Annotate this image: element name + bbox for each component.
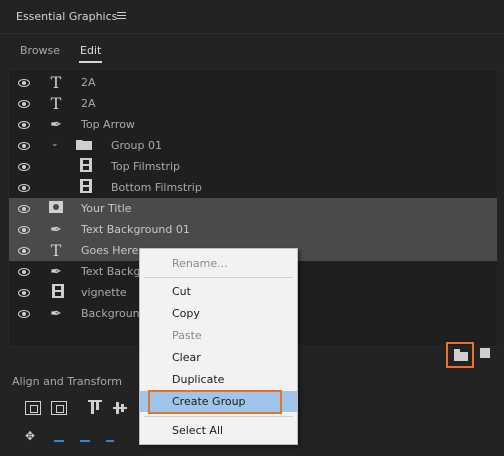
create-group-folder-button[interactable]	[446, 342, 474, 368]
layer-label: Text Backgr	[81, 265, 145, 278]
menu-item-create-group[interactable]: Create Group	[140, 390, 297, 414]
layer-row[interactable]: Top Filmstrip	[9, 156, 497, 177]
tab-browse[interactable]: Browse	[20, 44, 60, 57]
eye-icon[interactable]	[18, 310, 30, 318]
menu-item-rename: Rename...	[172, 257, 228, 270]
menu-item-duplicate[interactable]: Duplicate	[140, 369, 297, 390]
eye-icon[interactable]	[18, 163, 30, 171]
folder-icon	[454, 349, 468, 361]
eye-icon[interactable]	[18, 100, 30, 108]
layer-label: Top Filmstrip	[111, 160, 181, 173]
eye-icon[interactable]	[18, 121, 30, 129]
layer-row[interactable]: Your Title	[9, 198, 497, 219]
menu-item-select-all[interactable]: Select All	[140, 420, 297, 441]
layer-label: vignette	[81, 286, 127, 299]
layer-label: Text Background 01	[81, 223, 190, 236]
menu-item-paste: Paste	[172, 329, 202, 342]
menu-separator	[144, 277, 293, 278]
pen-icon: ✒	[50, 222, 62, 238]
layer-row[interactable]: Bottom Filmstrip	[9, 177, 497, 198]
layer-row[interactable]: ✒ Text Background 01	[9, 219, 497, 240]
align-middle-icon[interactable]	[113, 400, 127, 416]
layer-label: 2A	[81, 76, 96, 89]
eye-icon[interactable]	[18, 247, 30, 255]
tab-edit[interactable]: Edit	[78, 44, 103, 63]
layer-label: 2A	[81, 97, 96, 110]
panel-tabs: Browse Edit	[0, 36, 504, 66]
filmstrip-icon	[77, 179, 95, 197]
move-icon[interactable]: ✥	[25, 429, 39, 443]
layer-label: Goes Here	[81, 244, 139, 257]
layer-row[interactable]: T 2A	[9, 72, 497, 93]
layer-label: Group 01	[111, 139, 162, 152]
layer-row[interactable]: ⌄ Group 01	[9, 135, 497, 156]
context-menu: Rename... Cut Copy Paste Clear Duplicate…	[139, 248, 298, 445]
layer-label: Top Arrow	[81, 118, 135, 131]
eye-icon[interactable]	[18, 226, 30, 234]
folder-icon	[75, 137, 93, 155]
text-icon: T	[50, 94, 62, 113]
layer-label: Background	[81, 307, 147, 320]
layer-row[interactable]: T 2A	[9, 93, 497, 114]
align-top-icon[interactable]	[88, 400, 102, 416]
align-horizontal-center-icon[interactable]	[25, 401, 41, 415]
pen-icon: ✒	[50, 117, 62, 133]
eye-icon[interactable]	[18, 184, 30, 192]
eye-icon[interactable]	[18, 142, 30, 150]
eye-icon[interactable]	[18, 268, 30, 276]
text-icon: T	[50, 241, 62, 260]
layer-row[interactable]: ✒ Top Arrow	[9, 114, 497, 135]
eye-icon[interactable]	[18, 79, 30, 87]
eye-icon[interactable]	[18, 289, 30, 297]
menu-separator	[144, 416, 293, 417]
text-icon: T	[50, 73, 62, 92]
position-z-field[interactable]	[106, 440, 114, 442]
pen-icon: ✒	[50, 264, 62, 280]
pen-icon: ✒	[50, 306, 62, 322]
menu-item-cut[interactable]: Cut	[140, 281, 297, 302]
menu-item-clear[interactable]: Clear	[140, 347, 297, 368]
layer-label: Your Title	[81, 202, 132, 215]
align-vertical-center-icon[interactable]	[51, 401, 67, 415]
hamburger-icon[interactable]	[117, 12, 126, 20]
position-x-field[interactable]	[54, 440, 64, 442]
chevron-down-icon[interactable]: ⌄	[51, 139, 61, 149]
menu-item-copy[interactable]: Copy	[140, 303, 297, 324]
align-transform-title: Align and Transform	[12, 375, 122, 388]
image-icon	[47, 200, 65, 218]
position-y-field[interactable]	[80, 440, 90, 442]
layer-label: Bottom Filmstrip	[111, 181, 202, 194]
filmstrip-icon	[77, 158, 95, 176]
filmstrip-icon	[49, 284, 67, 302]
panel-title: Essential Graphics	[16, 10, 118, 23]
eye-icon[interactable]	[18, 205, 30, 213]
new-layer-icon[interactable]	[480, 348, 490, 358]
panel-titlebar: Essential Graphics	[0, 0, 504, 34]
